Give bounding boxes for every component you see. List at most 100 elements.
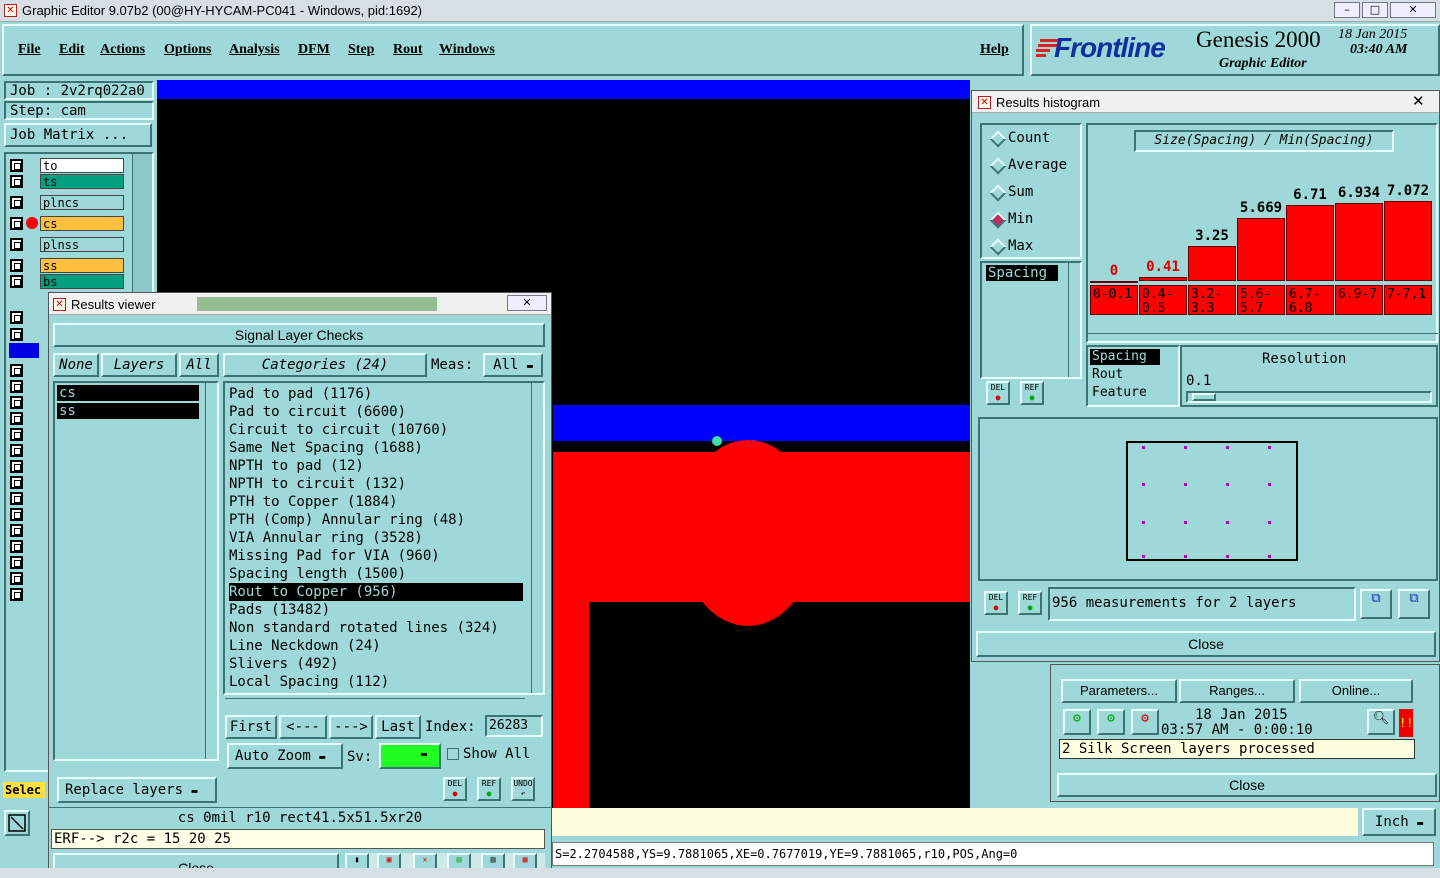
list-item[interactable]: ss <box>57 403 199 419</box>
layer-row-plncs[interactable]: plncs <box>6 194 124 211</box>
last-button[interactable]: Last <box>375 715 421 739</box>
resolution-item-list[interactable]: Spacing Rout Feature <box>1086 345 1180 407</box>
layer-checkbox[interactable] <box>10 428 23 441</box>
category-item[interactable]: PTH (Comp) Annular ring (48) <box>229 511 523 529</box>
layer-row-bs[interactable]: bs <box>6 273 124 290</box>
category-item[interactable]: Slivers (492) <box>229 655 523 673</box>
layer-list-vscroll[interactable] <box>205 383 217 759</box>
histogram-range-label[interactable]: 0-0.1 <box>1090 285 1138 315</box>
category-item[interactable]: Local Spacing (112) <box>229 673 523 691</box>
prev-button[interactable]: <--- <box>279 715 327 739</box>
show-all-checkbox[interactable] <box>447 748 459 760</box>
histogram-bar[interactable] <box>1139 277 1187 281</box>
histogram-hscroll[interactable] <box>1088 333 1438 343</box>
menu-dfm[interactable]: DFM <box>298 42 330 58</box>
category-item[interactable]: Circuit to circuit (10760) <box>229 421 523 439</box>
layer-checkbox[interactable] <box>10 217 23 230</box>
layer-row-cs[interactable]: cs <box>6 215 124 232</box>
histogram-range-label[interactable]: 6.7-6.8 <box>1286 285 1334 316</box>
mode-radio-count[interactable]: Count <box>988 125 1050 151</box>
histogram-range-label[interactable]: 7-7.1 <box>1384 285 1432 315</box>
layer-name[interactable]: plnss <box>40 237 124 252</box>
layer-checkbox[interactable] <box>10 396 23 409</box>
categories-button[interactable]: Categories (24) <box>223 353 427 377</box>
category-item[interactable]: Non standard rotated lines (324) <box>229 619 523 637</box>
category-item[interactable]: Rout to Copper (956) <box>229 583 523 601</box>
layer-checkbox[interactable] <box>10 588 23 601</box>
layer-checkbox[interactable] <box>10 508 23 521</box>
menu-windows[interactable]: Windows <box>439 42 495 58</box>
menu-options[interactable]: Options <box>164 42 211 58</box>
category-item[interactable]: VIA Annular ring (3528) <box>229 529 523 547</box>
none-layers-button[interactable]: None <box>53 353 99 377</box>
run-icon[interactable]: ⚙ <box>1063 709 1091 735</box>
histogram-close-button[interactable]: Close <box>976 631 1436 657</box>
resolution-slider[interactable] <box>1186 391 1432 403</box>
category-item[interactable]: Line Neckdown (24) <box>229 637 523 655</box>
mode-radio-sum[interactable]: Sum <box>988 179 1033 205</box>
menu-edit[interactable]: Edit <box>59 42 85 58</box>
sv-color-dropdown[interactable]: ▬ <box>379 743 441 769</box>
units-dropdown[interactable]: Inch ▬ <box>1362 808 1436 836</box>
close-window-button[interactable]: ✕ <box>1390 2 1436 18</box>
hist-del-button[interactable]: DEL ● <box>986 381 1010 405</box>
zoom-feature-icon[interactable]: ⧉ <box>1360 589 1392 619</box>
run-icon[interactable]: ⚙ <box>1097 709 1125 735</box>
layer-checkbox[interactable] <box>10 572 23 585</box>
layer-checkbox[interactable] <box>10 492 23 505</box>
select-label[interactable]: Selec <box>3 782 45 798</box>
slider-handle[interactable] <box>1192 393 1216 401</box>
histogram-range-label[interactable]: 5.6-5.7 <box>1237 285 1285 316</box>
layer-checkbox[interactable] <box>10 159 23 172</box>
job-matrix-button[interactable]: Job Matrix ... <box>4 123 152 147</box>
menu-actions[interactable]: Actions <box>100 42 145 58</box>
list-item[interactable]: cs <box>57 385 199 401</box>
layer-checkbox[interactable] <box>10 460 23 473</box>
online-button[interactable]: Online... <box>1299 679 1413 703</box>
maximize-button[interactable]: □ <box>1362 2 1388 18</box>
layer-results-list[interactable]: cs ss <box>53 381 219 761</box>
layer-checkbox[interactable] <box>10 380 23 393</box>
checklist-close-button[interactable]: Close <box>1057 773 1437 797</box>
parameters-button[interactable]: Parameters... <box>1061 679 1177 703</box>
list-item[interactable]: Rout <box>1092 367 1123 382</box>
layer-name[interactable]: cs <box>40 216 124 231</box>
item-list-vscroll[interactable] <box>1068 263 1080 377</box>
histogram-close-icon[interactable]: ✕ <box>1412 92 1425 110</box>
layer-checkbox[interactable] <box>10 540 23 553</box>
category-item[interactable]: Pad to pad (1176) <box>229 385 523 403</box>
category-item[interactable]: NPTH to pad (12) <box>229 457 523 475</box>
auto-zoom-dropdown[interactable]: Auto Zoom ▬ <box>227 743 343 769</box>
layer-name[interactable]: plncs <box>40 195 124 210</box>
menu-file[interactable]: File <box>18 42 41 58</box>
histogram-range-label[interactable]: 3.2-3.3 <box>1188 285 1236 316</box>
mode-radio-average[interactable]: Average <box>988 152 1067 178</box>
histogram-bar[interactable] <box>1237 218 1285 281</box>
category-item[interactable]: Missing Pad for VIA (960) <box>229 547 523 565</box>
layer-checkbox[interactable] <box>10 259 23 272</box>
menu-analysis[interactable]: Analysis <box>229 42 280 58</box>
layer-row-to[interactable]: to <box>6 157 124 174</box>
del-button[interactable]: DEL ● <box>443 777 467 801</box>
histogram-bar[interactable] <box>1286 205 1334 281</box>
mode-radio-max[interactable]: Max <box>988 233 1033 259</box>
magnifier-icon[interactable]: 🔍︎ <box>1367 709 1395 735</box>
histogram-item-list[interactable]: Spacing <box>980 261 1082 379</box>
category-item[interactable]: Spacing length (1500) <box>229 565 523 583</box>
layer-checkbox[interactable] <box>10 311 23 324</box>
layer-checkbox[interactable] <box>10 275 23 288</box>
menu-help[interactable]: Help <box>980 42 1009 58</box>
layer-checkbox[interactable] <box>10 328 23 341</box>
layer-checkbox[interactable] <box>10 364 23 377</box>
minimize-button[interactable]: – <box>1334 2 1360 18</box>
undo-button[interactable]: UNDO ↶ <box>511 777 535 801</box>
meas-ref-button[interactable]: REF ● <box>1018 591 1042 615</box>
zoom-area-icon[interactable]: ⧉ <box>1398 589 1430 619</box>
meas-dropdown[interactable]: All ▬ <box>483 353 543 377</box>
layer-checkbox[interactable] <box>10 444 23 457</box>
histogram-bar[interactable] <box>1335 202 1383 281</box>
layer-name[interactable]: to <box>40 158 124 173</box>
histogram-bar[interactable] <box>1090 281 1138 283</box>
run-icon[interactable]: ⚙ <box>1131 709 1159 735</box>
layer-checkbox[interactable] <box>10 476 23 489</box>
